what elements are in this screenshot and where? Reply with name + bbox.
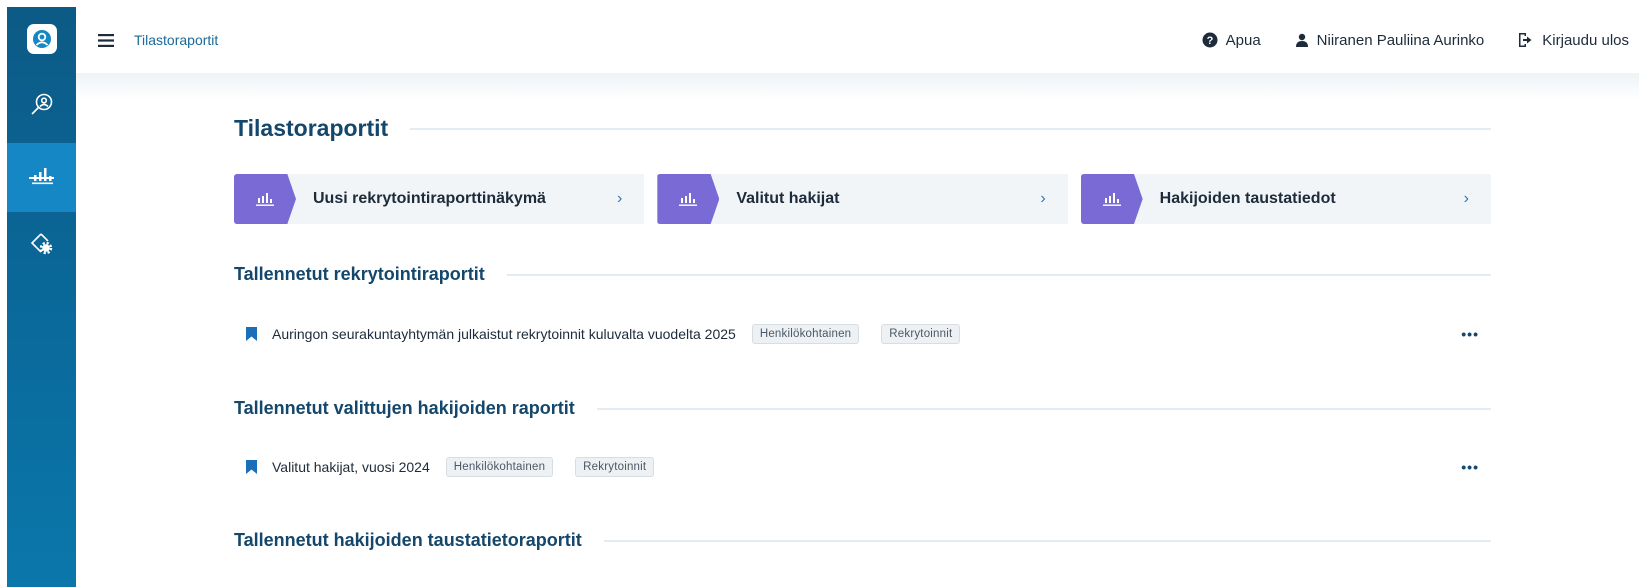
card-label: Uusi rekrytointiraporttinäkymä	[313, 190, 546, 207]
hamburger-menu-icon[interactable]	[98, 33, 114, 47]
report-name[interactable]: Auringon seurakuntayhtymän julkaistut re…	[272, 326, 736, 342]
tag: Henkilökohtainen	[445, 457, 554, 477]
tag: Henkilökohtainen	[751, 324, 860, 344]
report-name[interactable]: Valitut hakijat, vuosi 2024	[272, 459, 430, 475]
card-label: Valitut hakijat	[736, 190, 840, 207]
page-title-text: Tilastoraportit	[234, 115, 389, 141]
section-title-background-reports: Tallennetut hakijoiden taustatietoraport…	[234, 530, 1491, 551]
sidebar-item-settings[interactable]	[7, 212, 76, 281]
section-divider	[596, 407, 1491, 410]
user-name: Niiranen Pauliina Aurinko	[1316, 31, 1485, 49]
report-type-cards: Uusi rekrytointiraporttinäkymä › Valitut…	[234, 174, 1491, 224]
section-title-text: Tallennetut rekrytointiraportit	[234, 264, 485, 284]
bookmark-icon	[246, 327, 257, 341]
logout-icon	[1519, 33, 1532, 47]
logout-label: Kirjaudu ulos	[1542, 31, 1629, 49]
help-icon: ?	[1202, 32, 1218, 48]
bookmark-icon	[246, 460, 257, 474]
more-options-button[interactable]: •••	[1461, 459, 1479, 475]
section-title-text: Tallennetut valittujen hakijoiden raport…	[234, 398, 575, 418]
section-title-selected-applicant-reports: Tallennetut valittujen hakijoiden raport…	[234, 398, 1491, 419]
sidebar-item-reports[interactable]	[7, 143, 76, 212]
logout-link[interactable]: Kirjaudu ulos	[1518, 32, 1629, 49]
top-bar: Tilastoraportit ? Apua Niiranen Pauliina…	[76, 7, 1639, 73]
card-applicant-background[interactable]: Hakijoiden taustatiedot ›	[1080, 174, 1491, 224]
title-divider	[410, 127, 1491, 130]
report-row: Valitut hakijat, vuosi 2024 Henkilökohta…	[234, 451, 1491, 483]
bar-chart-icon	[657, 174, 720, 224]
svg-text:?: ?	[1206, 35, 1213, 47]
section-title-recruitment-reports: Tallennetut rekrytointiraportit	[234, 264, 1491, 285]
help-link[interactable]: ? Apua	[1202, 32, 1261, 49]
section-title-text: Tallennetut hakijoiden taustatietoraport…	[234, 530, 582, 550]
settings-diamond-icon	[29, 231, 55, 262]
breadcrumb[interactable]: Tilastoraportit	[134, 32, 218, 48]
app-logo[interactable]	[7, 7, 76, 71]
help-label: Apua	[1225, 31, 1261, 49]
page-title: Tilastoraportit	[234, 115, 1491, 142]
more-options-button[interactable]: •••	[1461, 326, 1479, 342]
top-actions: ? Apua Niiranen Pauliina Aurinko Kirjaud…	[1202, 32, 1639, 49]
section-divider	[506, 273, 1491, 276]
bar-chart-icon	[30, 164, 54, 191]
logo-icon	[26, 24, 57, 54]
card-selected-applicants[interactable]: Valitut hakijat ›	[657, 174, 1068, 224]
card-new-recruitment-report[interactable]: Uusi rekrytointiraporttinäkymä ›	[234, 174, 645, 224]
search-person-icon	[29, 92, 55, 123]
sidebar-item-search[interactable]	[7, 71, 76, 143]
chevron-right-icon: ›	[1463, 190, 1469, 207]
sidebar	[7, 7, 76, 587]
card-label: Hakijoiden taustatiedot	[1159, 190, 1336, 207]
user-menu[interactable]: Niiranen Pauliina Aurinko	[1295, 31, 1485, 49]
tag: Rekrytoinnit	[575, 457, 655, 477]
chevron-right-icon: ›	[1040, 190, 1046, 207]
bar-chart-icon	[234, 174, 296, 224]
bar-chart-icon	[1080, 174, 1143, 224]
chevron-right-icon: ›	[617, 190, 623, 207]
tag: Rekrytoinnit	[881, 324, 961, 344]
user-icon	[1295, 33, 1308, 47]
report-row: Auringon seurakuntayhtymän julkaistut re…	[234, 318, 1491, 350]
main-content: Tilastoraportit Uusi rekrytointiraportti…	[76, 73, 1639, 587]
section-divider	[603, 539, 1491, 542]
